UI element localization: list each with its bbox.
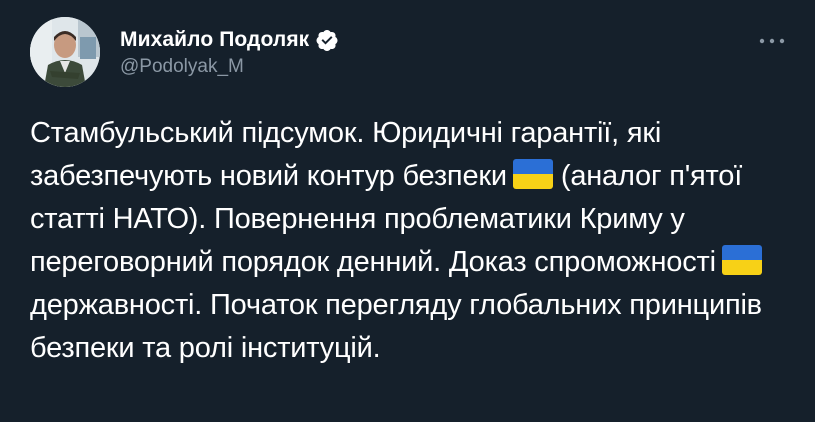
author-handle[interactable]: @Podolyak_M bbox=[120, 56, 339, 78]
tweet-card[interactable]: Михайло Подоляк @Podolyak_M Стамбульськи… bbox=[0, 0, 815, 422]
avatar-photo bbox=[30, 17, 100, 87]
tweet-header: Михайло Подоляк @Podolyak_M bbox=[30, 17, 790, 89]
verified-badge-icon bbox=[315, 28, 339, 52]
ukraine-flag-emoji bbox=[721, 245, 762, 275]
author-names: Михайло Подоляк @Podolyak_M bbox=[120, 27, 339, 78]
avatar[interactable] bbox=[30, 17, 100, 87]
display-name[interactable]: Михайло Подоляк bbox=[120, 28, 309, 52]
tweet-text: Стамбульський підсумок. Юридичні гаранті… bbox=[30, 112, 800, 370]
tweet-text-part-3: державності. Початок перегляду глобальни… bbox=[30, 289, 762, 364]
display-name-row: Михайло Подоляк bbox=[120, 27, 339, 53]
ukraine-flag-emoji bbox=[512, 159, 553, 189]
more-dots-icon[interactable] bbox=[754, 31, 790, 51]
